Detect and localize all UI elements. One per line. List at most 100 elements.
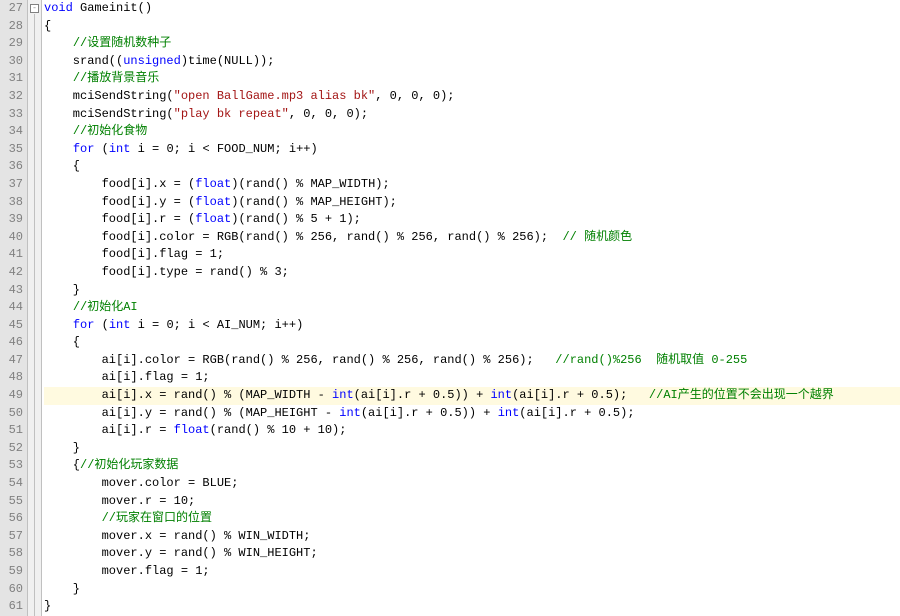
code-line[interactable]: for (int i = 0; i < FOOD_NUM; i++) xyxy=(44,141,900,159)
line-number: 33 xyxy=(0,106,27,124)
code-token xyxy=(44,124,73,138)
code-token: food[i].x = ( xyxy=(44,177,195,191)
code-line[interactable]: food[i].x = (float)(rand() % MAP_WIDTH); xyxy=(44,176,900,194)
code-line[interactable]: { xyxy=(44,334,900,352)
line-number: 52 xyxy=(0,440,27,458)
string-token: "open BallGame.mp3 alias bk" xyxy=(174,89,376,103)
line-number: 36 xyxy=(0,158,27,176)
code-line[interactable]: } xyxy=(44,440,900,458)
line-number-gutter: 2728293031323334353637383940414243444546… xyxy=(0,0,28,616)
line-number: 32 xyxy=(0,88,27,106)
keyword-token: float xyxy=(195,212,231,226)
code-line[interactable]: mover.color = BLUE; xyxy=(44,475,900,493)
keyword-token: int xyxy=(109,318,131,332)
line-number: 45 xyxy=(0,317,27,335)
line-number: 47 xyxy=(0,352,27,370)
code-token: , 0, 0, 0); xyxy=(289,107,368,121)
code-token: food[i].r = ( xyxy=(44,212,195,226)
code-line[interactable]: srand((unsigned)time(NULL)); xyxy=(44,53,900,71)
keyword-token: for xyxy=(73,318,95,332)
code-line[interactable]: ai[i].y = rand() % (MAP_HEIGHT - int(ai[… xyxy=(44,405,900,423)
code-line[interactable]: mover.y = rand() % WIN_HEIGHT; xyxy=(44,545,900,563)
keyword-token: int xyxy=(109,142,131,156)
code-line[interactable]: } xyxy=(44,581,900,599)
comment-token: //播放背景音乐 xyxy=(73,71,159,85)
code-token: { xyxy=(44,159,80,173)
code-token xyxy=(44,300,73,314)
code-line[interactable]: //初始化AI xyxy=(44,299,900,317)
line-number: 61 xyxy=(0,598,27,616)
line-number: 60 xyxy=(0,581,27,599)
code-line[interactable]: food[i].r = (float)(rand() % 5 + 1); xyxy=(44,211,900,229)
keyword-token: float xyxy=(174,423,210,437)
code-token: (rand() % 10 + 10); xyxy=(210,423,347,437)
line-number: 44 xyxy=(0,299,27,317)
code-token: { xyxy=(44,19,51,33)
code-token: food[i].color = RGB(rand() % 256, rand()… xyxy=(44,230,562,244)
code-line[interactable]: void Gameinit() xyxy=(44,0,900,18)
code-token: )(rand() % MAP_WIDTH); xyxy=(231,177,389,191)
code-token: srand(( xyxy=(44,54,123,68)
code-line[interactable]: { xyxy=(44,18,900,36)
code-line[interactable]: food[i].type = rand() % 3; xyxy=(44,264,900,282)
code-token: food[i].type = rand() % 3; xyxy=(44,265,289,279)
code-line[interactable]: mciSendString("play bk repeat", 0, 0, 0)… xyxy=(44,106,900,124)
fold-guideline xyxy=(34,14,35,616)
comment-token: //初始化食物 xyxy=(73,124,147,138)
line-number: 48 xyxy=(0,369,27,387)
code-token: ai[i].x = rand() % (MAP_WIDTH - xyxy=(44,388,332,402)
code-line[interactable]: { xyxy=(44,158,900,176)
line-number: 28 xyxy=(0,18,27,36)
line-number: 38 xyxy=(0,194,27,212)
code-line[interactable]: ai[i].color = RGB(rand() % 256, rand() %… xyxy=(44,352,900,370)
code-token xyxy=(44,142,73,156)
code-line[interactable]: for (int i = 0; i < AI_NUM; i++) xyxy=(44,317,900,335)
fold-column: - xyxy=(28,0,42,616)
line-number: 34 xyxy=(0,123,27,141)
code-token: mover.flag = 1; xyxy=(44,564,210,578)
code-line[interactable]: //设置随机数种子 xyxy=(44,35,900,53)
code-line[interactable]: } xyxy=(44,598,900,616)
code-line[interactable]: mciSendString("open BallGame.mp3 alias b… xyxy=(44,88,900,106)
code-line[interactable]: ai[i].r = float(rand() % 10 + 10); xyxy=(44,422,900,440)
line-number: 29 xyxy=(0,35,27,53)
code-token: ai[i].color = RGB(rand() % 256, rand() %… xyxy=(44,353,555,367)
keyword-token: unsigned xyxy=(123,54,181,68)
fold-toggle-icon[interactable]: - xyxy=(30,4,39,13)
line-number: 43 xyxy=(0,282,27,300)
code-token: ( xyxy=(94,318,108,332)
keyword-token: int xyxy=(339,406,361,420)
code-token: ( xyxy=(94,142,108,156)
code-editor-body[interactable]: void Gameinit(){ //设置随机数种子 srand((unsign… xyxy=(42,0,900,616)
comment-token: //初始化玩家数据 xyxy=(80,458,178,472)
code-token: mover.r = 10; xyxy=(44,494,195,508)
code-token: )(rand() % 5 + 1); xyxy=(231,212,361,226)
code-line[interactable]: food[i].y = (float)(rand() % MAP_HEIGHT)… xyxy=(44,194,900,212)
code-line[interactable]: food[i].flag = 1; xyxy=(44,246,900,264)
code-line[interactable]: mover.flag = 1; xyxy=(44,563,900,581)
code-token xyxy=(44,318,73,332)
keyword-token: int xyxy=(332,388,354,402)
code-line[interactable]: //播放背景音乐 xyxy=(44,70,900,88)
line-number: 42 xyxy=(0,264,27,282)
code-line[interactable]: food[i].color = RGB(rand() % 256, rand()… xyxy=(44,229,900,247)
line-number: 50 xyxy=(0,405,27,423)
comment-token: //玩家在窗口的位置 xyxy=(102,511,212,525)
line-number: 59 xyxy=(0,563,27,581)
code-line[interactable]: mover.x = rand() % WIN_WIDTH; xyxy=(44,528,900,546)
code-line[interactable]: //玩家在窗口的位置 xyxy=(44,510,900,528)
code-line[interactable]: } xyxy=(44,282,900,300)
code-line[interactable]: //初始化食物 xyxy=(44,123,900,141)
comment-token: //AI产生的位置不会出现一个越界 xyxy=(649,388,834,402)
comment-token: //初始化AI xyxy=(73,300,138,314)
code-token xyxy=(44,71,73,85)
code-token: mciSendString( xyxy=(44,107,174,121)
line-number: 46 xyxy=(0,334,27,352)
line-number: 57 xyxy=(0,528,27,546)
code-line[interactable]: mover.r = 10; xyxy=(44,493,900,511)
code-line[interactable]: {//初始化玩家数据 xyxy=(44,457,900,475)
code-line[interactable]: ai[i].flag = 1; xyxy=(44,369,900,387)
code-token: } xyxy=(44,441,80,455)
code-line[interactable]: ai[i].x = rand() % (MAP_WIDTH - int(ai[i… xyxy=(44,387,900,405)
line-number: 53 xyxy=(0,457,27,475)
